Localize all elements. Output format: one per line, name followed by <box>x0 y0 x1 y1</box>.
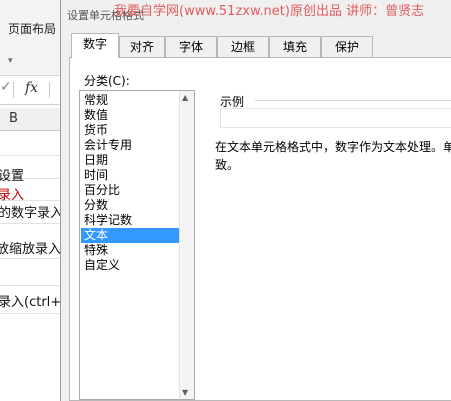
category-item-accounting[interactable]: 会计专用 <box>81 138 188 153</box>
divider <box>49 82 50 98</box>
tab-fill[interactable]: 填充 <box>269 36 321 57</box>
category-item-number[interactable]: 数值 <box>81 108 188 123</box>
ribbon-tab-page-layout[interactable]: 页面布局 <box>8 20 56 37</box>
category-item-text[interactable]: 文本 <box>81 228 188 243</box>
description-text-continued: 致。 <box>215 158 240 172</box>
number-tab-panel: 分类(C): 常规 数值 货币 会计专用 日期 时间 百分比 分数 科学记数 文… <box>69 57 451 401</box>
category-item-time[interactable]: 时间 <box>81 168 188 183</box>
cell-text[interactable]: 的数字录入 <box>0 202 63 221</box>
category-item-scientific[interactable]: 科学记数 <box>81 213 188 228</box>
tab-font[interactable]: 字体 <box>165 36 217 57</box>
category-item-percentage[interactable]: 百分比 <box>81 183 188 198</box>
row-divider <box>0 155 64 156</box>
category-item-general[interactable]: 常规 <box>81 93 188 108</box>
listbox-scrollbar[interactable]: ▲ ▼ <box>179 91 194 399</box>
format-cells-dialog: 设置单元格格式 我要自学网(www.51zxw.net)原创出品 讲师：曾贤志 … <box>60 0 451 401</box>
title-bar[interactable]: 设置单元格格式 我要自学网(www.51zxw.net)原创出品 讲师：曾贤志 <box>61 0 451 28</box>
category-item-currency[interactable]: 货币 <box>81 123 188 138</box>
category-item-custom[interactable]: 自定义 <box>81 258 188 273</box>
cell-text[interactable]: 录入 <box>0 184 24 203</box>
tab-strip: 数字 对齐 字体 边框 填充 保护 <box>61 33 451 58</box>
ribbon: 页面布局 ▾ <box>0 0 64 76</box>
formula-bar: ✓ fx <box>0 76 64 105</box>
column-letter: B <box>9 111 18 126</box>
tab-number[interactable]: 数字 <box>71 33 119 58</box>
column-header-b[interactable]: B <box>0 108 64 131</box>
category-item-special[interactable]: 特殊 <box>81 243 188 258</box>
cell-text[interactable]: 设置 <box>0 165 24 184</box>
insert-function-icon[interactable]: fx <box>25 80 38 96</box>
chevron-down-icon[interactable]: ▾ <box>8 56 13 66</box>
tab-protection[interactable]: 保护 <box>321 36 373 57</box>
category-item-date[interactable]: 日期 <box>81 153 188 168</box>
row-divider <box>0 285 64 286</box>
description-text: 在文本单元格格式中，数字作为文本处理。单元 <box>215 140 451 154</box>
sample-group-line <box>255 100 451 101</box>
sample-preview <box>220 108 451 128</box>
scroll-up-icon[interactable]: ▲ <box>182 93 188 102</box>
row-divider <box>0 258 64 259</box>
row-divider <box>0 313 64 314</box>
row-divider <box>0 223 64 224</box>
tab-alignment[interactable]: 对齐 <box>119 36 165 57</box>
category-listbox[interactable]: 常规 数值 货币 会计专用 日期 时间 百分比 分数 科学记数 文本 特殊 自定… <box>79 90 195 400</box>
category-item-fraction[interactable]: 分数 <box>81 198 188 213</box>
watermark: 我要自学网(www.51zxw.net)原创出品 讲师：曾贤志 <box>114 4 425 19</box>
divider <box>13 82 14 98</box>
tab-border[interactable]: 边框 <box>217 36 269 57</box>
category-label: 分类(C): <box>84 74 130 88</box>
cell-text[interactable]: 放缩放录入 <box>0 238 61 257</box>
scroll-down-icon[interactable]: ▼ <box>182 388 188 397</box>
check-icon[interactable]: ✓ <box>0 79 12 95</box>
